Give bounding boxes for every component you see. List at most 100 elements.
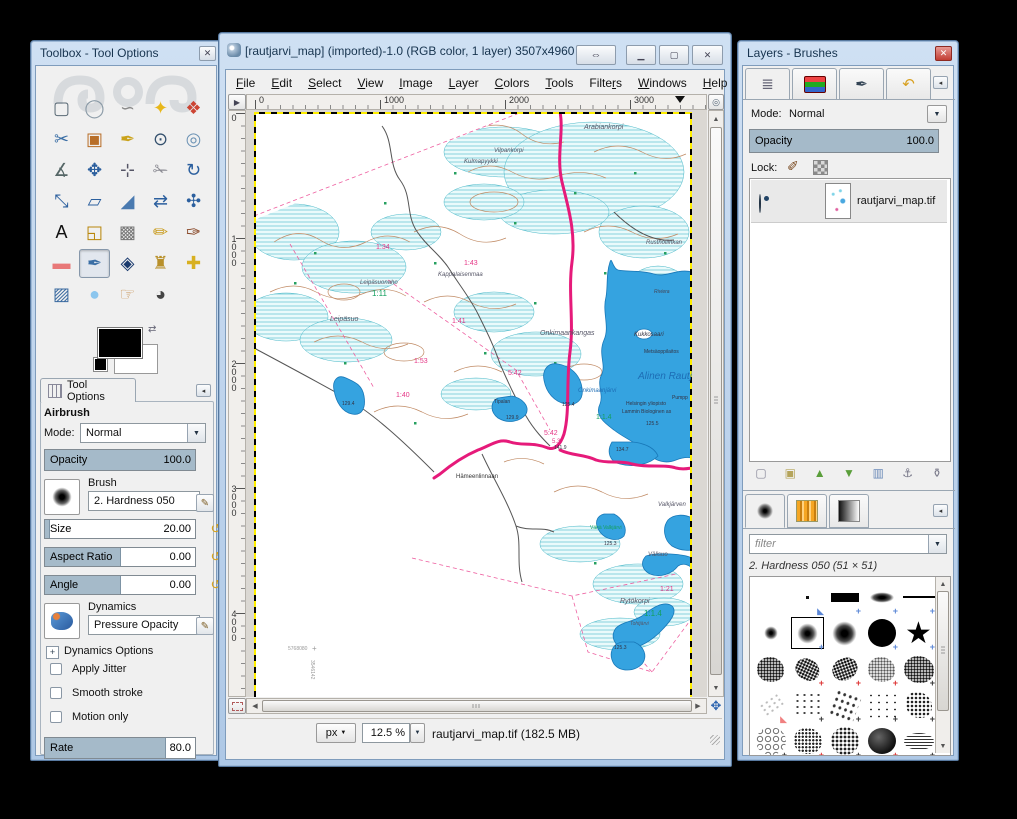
swap-colors-icon[interactable]: ⇄ — [148, 324, 156, 335]
menu-item[interactable]: Edit — [263, 73, 300, 93]
paths-tool[interactable]: ✒ — [112, 125, 143, 154]
foreground-color-swatch[interactable] — [98, 328, 142, 358]
brush-field[interactable]: 2. Hardness 050 — [88, 491, 200, 511]
zoom-follow-window-button[interactable]: ◎ — [708, 94, 724, 110]
tab-brushes-dock[interactable] — [745, 494, 785, 528]
layer-thumbnail[interactable] — [825, 183, 851, 219]
tab-brushes[interactable] — [792, 68, 837, 100]
toolbox-close-button[interactable]: ✕ — [199, 46, 216, 61]
brush-cell[interactable]: + — [789, 615, 826, 651]
heal-tool[interactable]: ✚ — [178, 249, 209, 278]
dodge-burn-tool[interactable]: ◕ — [145, 280, 176, 309]
size-slider[interactable]: Size 20.00 ▲▼ — [44, 519, 196, 539]
measure-tool[interactable]: ∡ — [46, 156, 77, 185]
tab-undo-history[interactable]: ↶ — [886, 68, 931, 100]
free-select-tool[interactable]: ∽ — [112, 94, 143, 123]
rate-slider[interactable]: Rate 80.0 ▲▼ — [44, 737, 196, 759]
brush-cell[interactable] — [752, 615, 789, 651]
option-checkbox-row[interactable]: Apply Jitter — [40, 662, 210, 678]
canvas-viewport[interactable]: ArabiankorpiVilpankorpiKulmapyykkiRustho… — [246, 110, 707, 697]
brush-cell[interactable]: + — [826, 723, 863, 756]
window-extra-button[interactable]: ⇔ — [576, 45, 616, 65]
quick-mask-button[interactable] — [228, 698, 246, 714]
brush-cell[interactable]: + — [789, 651, 826, 687]
menu-item[interactable]: Windows — [630, 73, 695, 93]
menu-item[interactable]: Select — [300, 73, 349, 93]
scroll-left-icon[interactable]: ◀ — [249, 699, 261, 713]
bucket-fill-tool[interactable]: ◱ — [79, 218, 110, 247]
menu-item[interactable]: View — [349, 73, 391, 93]
layers-title[interactable]: Layers - Brushes — [738, 41, 958, 65]
brush-cell[interactable]: + — [863, 723, 900, 756]
tab-gradients-dock[interactable] — [829, 494, 869, 528]
menu-item[interactable]: File — [228, 73, 263, 93]
clone-tool[interactable]: ♜ — [145, 249, 176, 278]
layer-name[interactable]: rautjarvi_map.tif — [857, 195, 935, 207]
duplicate-layer-button[interactable]: ▥ — [866, 464, 890, 482]
brush-cell[interactable]: ◣ — [789, 579, 826, 615]
brush-cell[interactable] — [752, 651, 789, 687]
flip-tool[interactable]: ⇄ — [145, 187, 176, 216]
layer-row[interactable]: rautjarvi_map.tif — [751, 180, 947, 223]
brush-edit-button[interactable]: ✎ — [196, 494, 214, 512]
brush-cell[interactable]: + — [826, 687, 863, 723]
dynamics-options-expander[interactable]: + — [46, 646, 59, 659]
scale-tool[interactable]: ⤡ — [46, 187, 77, 216]
fuzzy-select-tool[interactable]: ✦ — [145, 94, 176, 123]
brush-scrollbar[interactable]: ▲ ▼ — [935, 577, 950, 753]
airbrush-tool[interactable]: ✒ — [79, 249, 110, 278]
brush-cell[interactable]: + — [789, 723, 826, 756]
raise-layer-button[interactable]: ▲ — [808, 464, 832, 482]
scissors-select-tool[interactable]: ✂ — [46, 125, 77, 154]
dynamics-field[interactable]: Pressure Opacity — [88, 615, 200, 635]
tab-patterns-dock[interactable] — [787, 494, 827, 528]
lock-paint-icon[interactable]: ✐ — [787, 158, 799, 175]
dynamics-thumbnail-button[interactable] — [44, 603, 80, 639]
color-picker-tool[interactable]: ⊙ — [145, 125, 176, 154]
unit-select[interactable]: px▼ — [316, 723, 356, 743]
lock-alpha-icon[interactable] — [813, 160, 828, 175]
select-by-color-tool[interactable]: ❖ — [178, 94, 209, 123]
brush-cell[interactable]: + — [752, 723, 789, 756]
navigation-button[interactable]: ✥ — [708, 698, 724, 714]
toolbox-title[interactable]: Toolbox - Tool Options — [31, 41, 221, 65]
resize-grip[interactable] — [710, 735, 720, 745]
rect-select-tool[interactable]: ▢ — [46, 94, 77, 123]
scroll-up-icon[interactable]: ▲ — [709, 113, 723, 125]
brush-cell[interactable]: + — [863, 615, 900, 651]
smudge-tool[interactable]: ☞ — [112, 280, 143, 309]
checkbox[interactable] — [50, 687, 62, 699]
menu-item[interactable]: Image — [391, 73, 440, 93]
vertical-scrollbar[interactable]: ▲ ▼ — [708, 110, 724, 697]
layers-collapse-button[interactable]: ◂ — [933, 76, 948, 89]
paintbrush-tool[interactable]: ✑ — [178, 218, 209, 247]
new-group-button[interactable]: ▣ — [778, 464, 802, 482]
option-checkbox-row[interactable]: Motion only — [40, 710, 210, 726]
menu-item[interactable]: Filters — [581, 73, 630, 93]
menu-item[interactable]: Help — [695, 73, 736, 93]
scroll-up-icon[interactable]: ▲ — [936, 579, 950, 589]
menu-item[interactable]: Colors — [487, 73, 538, 93]
tab-paths[interactable]: ✒ — [839, 68, 884, 100]
dynamics-edit-button[interactable]: ✎ — [196, 617, 214, 635]
default-colors-icon[interactable] — [94, 358, 107, 371]
minimize-button[interactable]: ▁ — [626, 45, 656, 65]
ellipse-select-tool[interactable]: ◯ — [79, 94, 110, 123]
close-button[interactable]: ✕ — [692, 45, 723, 65]
angle-slider[interactable]: Angle 0.00 ▲▼ — [44, 575, 196, 595]
tool-options-tab[interactable]: Tool Options — [40, 378, 136, 402]
zoom-select-arrow[interactable]: ▼ — [410, 723, 425, 743]
shear-tool[interactable]: ▱ — [79, 187, 110, 216]
zoom-value-field[interactable]: 12.5 % — [362, 723, 410, 743]
layer-opacity-slider[interactable]: Opacity 100.0 ▲▼ — [749, 129, 939, 153]
menu-item[interactable]: Layer — [441, 73, 487, 93]
brush-cell[interactable]: + — [900, 579, 937, 615]
crop-tool[interactable]: ✁ — [145, 156, 176, 185]
ruler-corner-button[interactable]: ▶ — [228, 94, 246, 110]
checkbox[interactable] — [50, 711, 62, 723]
brush-cell[interactable]: + — [900, 687, 937, 723]
horizontal-ruler[interactable]: 0100020003000 — [246, 94, 707, 110]
mode-select[interactable]: Normal▼ — [80, 423, 206, 443]
anchor-layer-button[interactable]: ⚓ — [896, 464, 920, 482]
gradient-tool[interactable]: ▩ — [112, 218, 143, 247]
